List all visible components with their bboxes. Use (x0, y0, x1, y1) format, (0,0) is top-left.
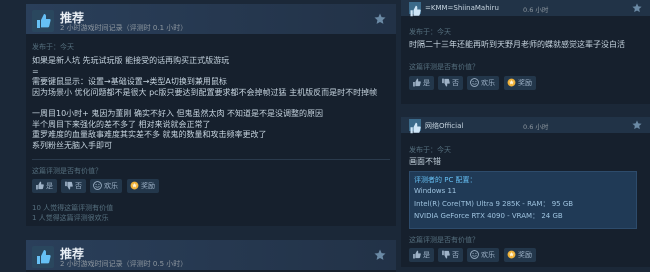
pc-spec-os: Windows 11 (414, 187, 457, 195)
review-line: 如果是新人坑 先玩试玩版 能接受的话再购买正式版游玩 (32, 56, 230, 65)
award-label: 奖励 (141, 182, 155, 190)
review-card: 推荐 2 小时游戏时间记录（评测时 0.1 小时） 发布于：今天 如果是新人坑 … (26, 4, 396, 226)
helpful-question: 这篇评测是否有价值？ (32, 167, 102, 175)
funny-count: 1 人觉得这篇评测很欢乐 (32, 214, 109, 222)
thumbs-up-icon (413, 78, 421, 87)
short-review-card: =KMM=ShiinaMahiru 0.6 小时 发布于：今天 时隔二十三年还能… (401, 0, 650, 104)
review-line: 半个周目下来强化的差不多了 相对来说就会正常了 (32, 119, 211, 129)
thumbs-down-icon (442, 250, 450, 259)
review-line: 重罗难度的血量敌事难度其实差不多 就鬼的数量和攻击频率更改了 (32, 130, 267, 139)
vote-yes-button[interactable]: 是 (409, 248, 434, 262)
avatar[interactable] (409, 2, 421, 17)
vote-funny-button[interactable]: 欢乐 (467, 76, 499, 90)
posted-date: 发布于：今天 (409, 28, 451, 36)
vote-funny-label: 欢乐 (481, 251, 495, 259)
vote-yes-label: 是 (423, 79, 430, 87)
reviewer-name[interactable]: 网络Official (425, 121, 463, 131)
review-line: 系列粉丝无脑入手即可 (32, 140, 112, 150)
review-line: 需要键鼠显示：设置→基础设置→类型A切换到兼用鼠标 (32, 77, 227, 86)
review-hours: 2 小时游戏时间记录（评测时 0.1 小时） (60, 24, 188, 32)
star-icon[interactable] (632, 120, 642, 130)
pc-specs-box: 评测者的 PC 配置： Windows 11 Intel(R) Core(TM)… (409, 171, 637, 229)
vote-no-button[interactable]: 否 (438, 248, 463, 262)
vote-funny-label: 欢乐 (104, 182, 118, 190)
vote-funny-label: 欢乐 (481, 79, 495, 87)
vote-no-label: 否 (452, 251, 459, 259)
vote-yes-label: 是 (46, 182, 53, 190)
award-button[interactable]: 奖励 (504, 76, 536, 90)
vote-yes-label: 是 (423, 251, 430, 259)
helpful-count: 10 人觉得这篇评测有价值 (32, 204, 114, 212)
star-icon[interactable] (632, 3, 642, 13)
vote-no-label: 否 (452, 79, 459, 87)
award-button[interactable]: 奖励 (504, 248, 536, 262)
review-card: 推荐 2 小时游戏时间记录（评测时 0.5 小时） (26, 240, 396, 272)
pc-specs-title: 评测者的 PC 配置： (414, 176, 477, 184)
award-icon (507, 250, 516, 259)
helpful-question: 这篇评测是否有价值？ (409, 63, 479, 71)
award-label: 奖励 (518, 79, 532, 87)
review-line: = (32, 66, 39, 76)
divider (32, 159, 390, 160)
thumbs-up-icon (36, 181, 44, 190)
award-icon (507, 78, 516, 87)
pc-spec-gpu: NVIDIA GeForce RTX 4090 - VRAM： 24 GB (414, 212, 563, 220)
review-line: 一周目10小时+ 鬼因为董刚 确实不好入 但鬼虽然太肉 不知道是不是没调整的原因 (32, 109, 324, 118)
vote-yes-button[interactable]: 是 (32, 179, 57, 193)
review-line: 因为场景小 优化问题都不是很大 pc版只要达到配置要求都不会掉帧过猛 主机版反而… (32, 87, 378, 97)
thumbs-down-icon (442, 78, 450, 87)
review-hours: 0.6 小时 (523, 123, 549, 131)
smiley-icon (470, 78, 479, 87)
recent-reviews-column: =KMM=ShiinaMahiru 0.6 小时 发布于：今天 时隔二十三年还能… (401, 0, 650, 272)
thumbs-down-icon (65, 181, 73, 190)
vote-no-button[interactable]: 否 (61, 179, 86, 193)
vote-yes-button[interactable]: 是 (409, 76, 434, 90)
award-icon (130, 181, 139, 190)
avatar[interactable] (409, 119, 421, 134)
award-button[interactable]: 奖励 (127, 179, 159, 193)
review-text: 画面不错 (409, 157, 441, 166)
posted-date: 发布于：今天 (409, 146, 451, 154)
helpful-question: 这篇评测是否有价值？ (409, 236, 479, 244)
star-icon[interactable] (374, 13, 386, 25)
award-label: 奖励 (518, 251, 532, 259)
posted-date: 发布于：今天 (32, 43, 74, 51)
review-list: 推荐 2 小时游戏时间记录（评测时 0.1 小时） 发布于：今天 如果是新人坑 … (0, 0, 396, 272)
review-text: 时隔二十三年还能再听到天野月老师的蝶就感觉这辈子没白活 (409, 40, 625, 49)
recommended-thumb-icon (32, 246, 54, 268)
vote-no-label: 否 (75, 182, 82, 190)
pc-spec-cpu: Intel(R) Core(TM) Ultra 9 285K - RAM： 95… (414, 200, 574, 208)
thumbs-up-icon (413, 250, 421, 259)
reviewer-name[interactable]: =KMM=ShiinaMahiru (425, 4, 499, 12)
vote-funny-button[interactable]: 欢乐 (467, 248, 499, 262)
review-hours: 0.6 小时 (523, 6, 549, 14)
vote-funny-button[interactable]: 欢乐 (90, 179, 122, 193)
star-icon[interactable] (374, 249, 386, 261)
smiley-icon (93, 181, 102, 190)
review-hours: 2 小时游戏时间记录（评测时 0.5 小时） (60, 260, 188, 268)
short-review-card: 网络Official 0.6 小时 发布于：今天 画面不错 评测者的 PC 配置… (401, 117, 650, 267)
recommended-thumb-icon (32, 10, 54, 32)
vote-no-button[interactable]: 否 (438, 76, 463, 90)
smiley-icon (470, 250, 479, 259)
